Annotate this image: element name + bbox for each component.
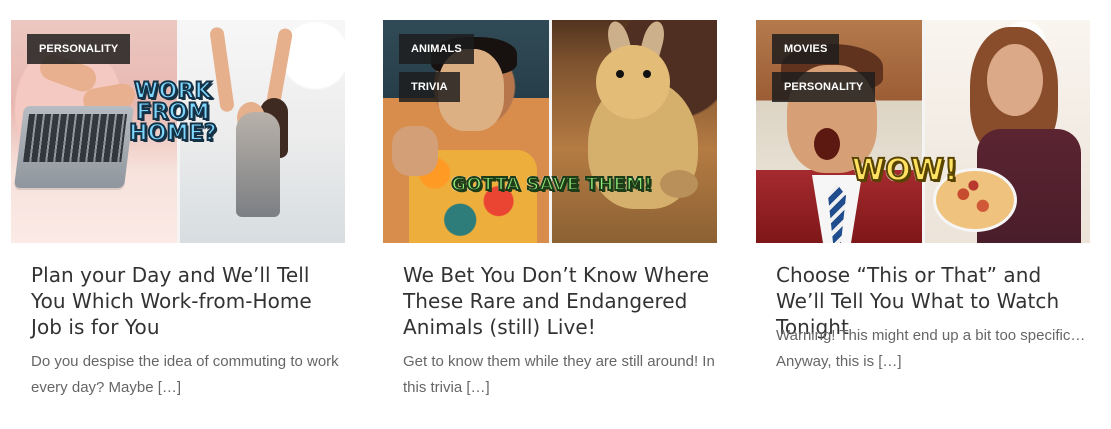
card-excerpt: Warning! This might end up a bit too spe… — [776, 327, 1086, 370]
torso-illustration — [236, 112, 280, 217]
category-tags: ANIMALS TRIVIA — [399, 34, 474, 102]
category-tags: PERSONALITY — [27, 34, 131, 64]
category-tag-trivia[interactable]: TRIVIA — [399, 72, 460, 102]
category-tags: MOVIES PERSONALITY — [772, 34, 876, 102]
card-thumbnail-link[interactable]: GOTTA SAVE THEM! ANIMALS TRIVIA — [383, 20, 717, 243]
face-illustration — [987, 44, 1043, 116]
endangered-animal-panel — [552, 20, 717, 243]
quiz-card-grid: WORK FROM HOME? PERSONALITY Plan your Da… — [0, 0, 1111, 429]
quiz-card: GOTTA SAVE THEM! ANIMALS TRIVIA We Bet Y… — [383, 20, 717, 396]
animal-head-illustration — [596, 45, 670, 119]
card-title[interactable]: We Bet You Don’t Know Where These Rare a… — [403, 262, 717, 340]
smiling-woman-panel — [925, 20, 1090, 243]
quiz-card: WOW! MOVIES PERSONALITY Choose “This or … — [756, 20, 1090, 370]
card-thumbnail-link[interactable]: WOW! MOVIES PERSONALITY — [756, 20, 1090, 243]
card-title[interactable]: Plan your Day and We’ll Tell You Which W… — [31, 262, 345, 340]
category-tag-animals[interactable]: ANIMALS — [399, 34, 474, 64]
open-mouth-illustration — [814, 128, 840, 160]
image-overlay-text: GOTTA SAVE THEM! — [451, 174, 654, 195]
fist-illustration — [392, 126, 438, 176]
quiz-card: WORK FROM HOME? PERSONALITY Plan your Da… — [11, 20, 345, 396]
category-tag-personality[interactable]: PERSONALITY — [772, 72, 876, 102]
category-tag-movies[interactable]: MOVIES — [772, 34, 840, 64]
image-overlay-text: WOW! — [851, 153, 959, 188]
card-thumbnail-link[interactable]: WORK FROM HOME? PERSONALITY — [11, 20, 345, 243]
animal-eye-illustration — [616, 70, 624, 78]
laptop-illustration — [13, 106, 135, 188]
card-excerpt: Do you despise the idea of commuting to … — [31, 353, 339, 396]
image-overlay-text: WORK FROM HOME? — [128, 79, 218, 146]
animal-eye-illustration — [643, 70, 651, 78]
category-tag-personality[interactable]: PERSONALITY — [27, 34, 131, 64]
card-excerpt: Get to know them while they are still ar… — [403, 353, 715, 396]
